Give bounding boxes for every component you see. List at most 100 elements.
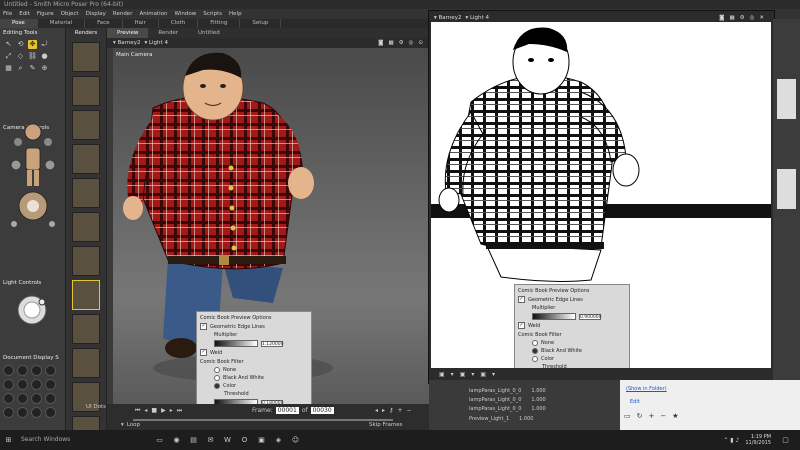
tab-face[interactable]: Face (85, 19, 123, 28)
first-frame-icon[interactable]: ⏮ (135, 407, 140, 415)
photoshop-icon[interactable]: ▣ (257, 436, 266, 445)
render-thumbnail[interactable] (72, 348, 100, 378)
list-item[interactable]: Preview_Light_1 1.000 (469, 416, 533, 422)
figure-dropdown[interactable]: ▾ Barney2 (113, 40, 140, 46)
grouping-tool-icon[interactable]: ▦ (4, 64, 13, 73)
windows-start-icon[interactable]: ⊞ (4, 436, 13, 445)
weld-checkbox[interactable]: ✓ (518, 322, 525, 329)
chain-tool-icon[interactable]: ⛓ (28, 52, 37, 61)
stop-icon[interactable]: ■ (151, 407, 157, 415)
render-thumbnail[interactable] (72, 178, 100, 208)
settings-icon[interactable]: ⚙ (399, 40, 404, 46)
task-view-icon[interactable]: ▭ (155, 436, 164, 445)
display-style-button[interactable] (31, 379, 42, 390)
render-thumbnail[interactable] (72, 110, 100, 140)
lock-icon[interactable]: ⊙ (418, 40, 423, 46)
view-magnifier-icon[interactable]: ⌕ (16, 64, 25, 73)
preview-actor-dropdown[interactable]: ▾ Light 4 (465, 15, 489, 21)
multiplier-field[interactable]: 1.120000 (261, 340, 283, 347)
render-thumbnail[interactable] (72, 280, 100, 310)
filter-bw-radio[interactable] (532, 348, 538, 354)
keyframe-prev-icon[interactable]: ◂ (375, 407, 378, 414)
filter-none-radio[interactable] (532, 340, 538, 346)
display-style-button[interactable] (17, 393, 28, 404)
outlook-icon[interactable]: O (240, 436, 249, 445)
keyframe-next-icon[interactable]: ▸ (382, 407, 385, 414)
menu-display[interactable]: Display (86, 9, 106, 19)
actor-dropdown[interactable]: ▾ Light 4 (144, 40, 168, 46)
render-thumbnail[interactable] (72, 144, 100, 174)
play-icon[interactable]: ▶ (161, 407, 166, 415)
list-item[interactable]: lampParas_Light_0_0 1.000 (469, 406, 546, 412)
display-style-button[interactable] (3, 379, 14, 390)
display-mode-icon[interactable]: ▣ (439, 371, 445, 378)
menu-figure[interactable]: Figure (37, 9, 54, 19)
search-box[interactable]: Search Windows (17, 433, 151, 447)
taper-tool-icon[interactable]: ◇ (16, 52, 25, 61)
preview-figure-dropdown[interactable]: ▾ Barney2 (434, 15, 461, 21)
menu-help[interactable]: Help (229, 9, 242, 19)
display-mode-icon[interactable]: ▣ (460, 371, 466, 378)
multiplier-slider[interactable] (532, 313, 576, 320)
display-style-button[interactable] (31, 393, 42, 404)
grid-icon[interactable]: ▦ (729, 15, 734, 21)
notifications-icon[interactable]: ▢ (781, 436, 790, 445)
display-mode-icon[interactable]: ▣ (480, 371, 486, 378)
chrome-icon[interactable]: ◉ (172, 436, 181, 445)
morph-brush-icon[interactable]: ✎ (28, 64, 37, 73)
display-style-button[interactable] (45, 407, 56, 418)
target-icon[interactable]: ◎ (409, 40, 414, 46)
tab-untitled[interactable]: Untitled (188, 28, 230, 38)
select-tool-icon[interactable]: ↖ (4, 40, 13, 49)
settings-icon[interactable]: ⚙ (740, 15, 745, 21)
last-frame-icon[interactable]: ⏭ (177, 407, 182, 415)
poser-icon[interactable]: ☺ (291, 436, 300, 445)
multiplier-field[interactable]: 0.900000 (579, 313, 601, 320)
display-style-button[interactable] (45, 365, 56, 376)
menu-scripts[interactable]: Scripts (203, 9, 222, 19)
render-thumbnail[interactable] (72, 42, 100, 72)
skip-frames-toggle[interactable]: Skip Frames (369, 422, 402, 428)
filter-color-radio[interactable] (532, 356, 538, 362)
folder-icon[interactable]: ▭ (624, 412, 631, 420)
display-style-button[interactable] (45, 393, 56, 404)
show-in-folder-link[interactable]: (Show in Folder) (626, 386, 667, 392)
menu-window[interactable]: Window (175, 9, 197, 19)
twist-tool-icon[interactable]: ⤾ (40, 40, 49, 49)
tab-material[interactable]: Material (38, 19, 86, 28)
chevron-down-icon[interactable]: ▾ (451, 371, 454, 378)
menu-file[interactable]: File (3, 9, 12, 19)
rotate-tool-icon[interactable]: ⟲ (16, 40, 25, 49)
mail-icon[interactable]: ✉ (206, 436, 215, 445)
tray-icons[interactable]: ⌃ ▮ ♪ (723, 437, 739, 444)
library-thumbnail[interactable] (777, 169, 796, 209)
tab-pose[interactable]: Pose (0, 19, 38, 28)
geometric-edge-checkbox[interactable]: ✓ (200, 323, 207, 330)
display-style-button[interactable] (45, 379, 56, 390)
favorite-icon[interactable]: ★ (672, 412, 678, 420)
chevron-down-icon[interactable]: ▾ (471, 371, 474, 378)
display-style-button[interactable] (17, 379, 28, 390)
display-style-button[interactable] (3, 407, 14, 418)
camera-icon[interactable]: ◙ (378, 40, 383, 46)
direct-manipulation-icon[interactable]: ⊕ (40, 64, 49, 73)
tab-cloth[interactable]: Cloth (159, 19, 199, 28)
weld-checkbox[interactable]: ✓ (200, 349, 207, 356)
clock[interactable]: 1:19 PM 11/9/2015 (745, 434, 771, 446)
menu-edit[interactable]: Edit (19, 9, 30, 19)
display-style-button[interactable] (17, 365, 28, 376)
filter-none-radio[interactable] (214, 367, 220, 373)
tab-hair[interactable]: Hair (123, 19, 159, 28)
menu-animation[interactable]: Animation (139, 9, 167, 19)
filter-color-radio[interactable] (214, 383, 220, 389)
render-thumbnail[interactable] (72, 76, 100, 106)
filter-bw-radio[interactable] (214, 375, 220, 381)
display-style-button[interactable] (31, 365, 42, 376)
remove-icon[interactable]: − (660, 412, 666, 420)
tab-preview[interactable]: Preview (107, 28, 149, 38)
word-icon[interactable]: W (223, 436, 232, 445)
list-item[interactable]: lampParas_Light_0_0 1.000 (469, 397, 546, 403)
edit-link[interactable]: Edit (630, 399, 640, 405)
menu-object[interactable]: Object (61, 9, 79, 19)
display-style-button[interactable] (3, 393, 14, 404)
